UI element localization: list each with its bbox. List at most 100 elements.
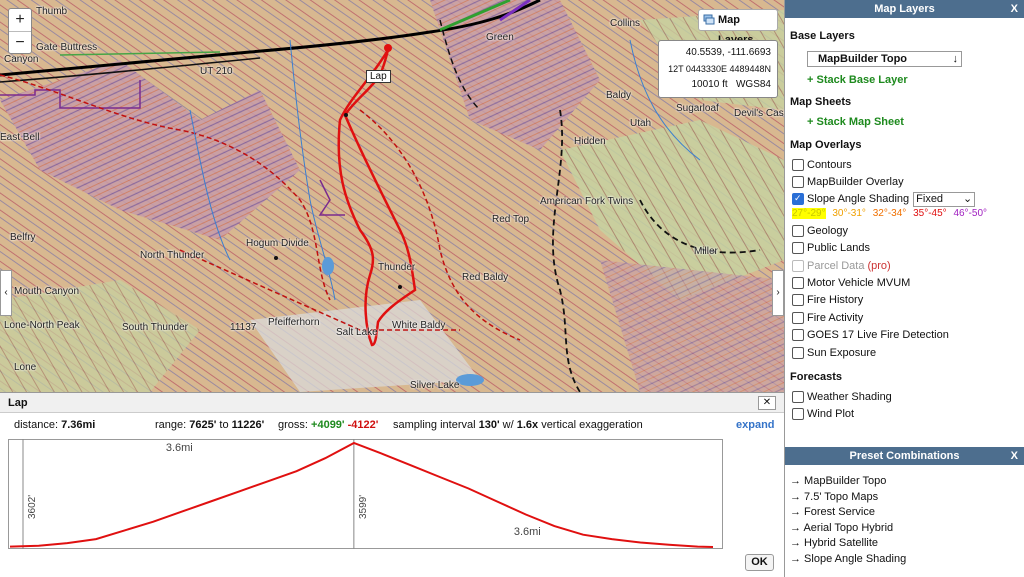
overlay-goes17[interactable]: GOES 17 Live Fire Detection: [792, 327, 1024, 344]
profile-title: Lap: [8, 397, 28, 409]
map-place-label: Thumb: [36, 6, 68, 17]
checkbox[interactable]: [792, 329, 804, 342]
stack-base-layer-link[interactable]: + Stack Base Layer: [807, 74, 1024, 86]
collapse-right-button[interactable]: ›: [772, 270, 784, 316]
checkbox[interactable]: [792, 294, 804, 307]
slope-legend: 27°-29° 30°-31° 32°-34° 35°-45° 46°-50°: [792, 208, 1024, 222]
overlay-sun-exposure[interactable]: Sun Exposure: [792, 344, 1024, 361]
forecast-weather-shading[interactable]: Weather Shading: [792, 388, 1024, 405]
overlay-label: MapBuilder Overlay: [807, 176, 904, 189]
preset-item[interactable]: → Aerial Topo Hybrid: [790, 522, 1024, 538]
checkbox[interactable]: [792, 277, 804, 290]
pro-badge[interactable]: (pro): [867, 260, 890, 272]
elevation-profile-chart[interactable]: 3.6mi 3.6mi 3602' 3599': [8, 439, 723, 549]
panel-close-button[interactable]: X: [1011, 0, 1018, 18]
overlay-label: Geology: [807, 224, 848, 237]
profile-close-button[interactable]: ✕: [758, 396, 776, 410]
checkbox[interactable]: [792, 390, 804, 403]
sampling-label: sampling interval: [393, 419, 476, 431]
overlay-label: Public Lands: [807, 242, 870, 255]
overlay-label: Slope Angle Shading: [807, 193, 910, 206]
overlay-contours[interactable]: Contours: [792, 156, 1024, 173]
distance-value: 7.36mi: [61, 419, 96, 431]
expand-link[interactable]: expand: [736, 419, 775, 431]
checkbox[interactable]: [792, 242, 804, 255]
gross-label: gross:: [278, 419, 308, 431]
map-place-label: American Fork Twins: [540, 196, 634, 207]
slope-legend-item: 30°-31°: [832, 208, 866, 220]
forecasts-heading: Forecasts: [790, 371, 842, 384]
range-low: 7625': [189, 419, 217, 431]
map-place-label: Gate Buttress: [36, 42, 98, 53]
forecast-label: Weather Shading: [807, 390, 892, 403]
overlay-fire-history[interactable]: Fire History: [792, 292, 1024, 309]
checkbox[interactable]: [792, 311, 804, 324]
profile-stats: distance: 7.36mi range: 7625' to 11226' …: [0, 413, 784, 433]
route-label[interactable]: Lap: [366, 70, 391, 83]
latlon-readout: 40.5539, -111.6693: [685, 47, 771, 58]
bottom-distance-label: 3.6mi: [514, 526, 541, 538]
checkbox[interactable]: [792, 408, 804, 421]
base-layer-select[interactable]: MapBuilder Topo ↓: [807, 51, 962, 67]
overlay-public-lands[interactable]: Public Lands: [792, 240, 1024, 257]
preset-item[interactable]: → MapBuilder Topo: [790, 475, 1024, 491]
checkbox[interactable]: [792, 346, 804, 359]
overlay-slope-angle-shading[interactable]: Slope Angle Shading Fixed ⌄: [792, 191, 1024, 208]
overlay-mapbuilder[interactable]: MapBuilder Overlay: [792, 173, 1024, 190]
zoom-out-button[interactable]: −: [9, 31, 31, 53]
preset-item[interactable]: → Slope Angle Shading: [790, 553, 1024, 569]
map-layers-panel: Map Layers X Base Layers MapBuilder Topo…: [784, 0, 1024, 447]
elevation-readout: 10010 ft: [691, 79, 728, 90]
sampling-stat: sampling interval 130' w/ 1.6x vertical …: [393, 419, 643, 431]
map-overlays-heading: Map Overlays: [790, 139, 862, 151]
map-place-label: Red Baldy: [462, 272, 509, 283]
map-layers-panel-header: Map Layers X: [785, 0, 1024, 18]
range-stat: range: 7625' to 11226': [155, 419, 264, 431]
exaggeration-label: vertical exaggeration: [541, 419, 643, 431]
chevron-down-icon: ⌄: [962, 192, 973, 205]
collapse-left-button[interactable]: ‹: [0, 270, 12, 316]
overlay-mvum[interactable]: Motor Vehicle MVUM: [792, 274, 1024, 291]
overlay-label: Fire Activity: [807, 311, 864, 324]
elevation-profile-panel: Lap ✕ distance: 7.36mi range: 7625' to 1…: [0, 392, 784, 577]
zoom-in-button[interactable]: +: [9, 9, 31, 31]
preset-close-button[interactable]: X: [1011, 447, 1018, 465]
slope-mode-value: Fixed: [916, 192, 944, 205]
stack-map-sheet-link[interactable]: + Stack Map Sheet: [807, 116, 1024, 128]
map-view[interactable]: Thumb Gate Buttress Canyon UT 210 Green …: [0, 0, 784, 392]
gross-stat: gross: +4099' -4122': [278, 419, 378, 431]
range-label: range:: [155, 419, 187, 431]
sampling-value: 130': [478, 419, 500, 431]
checkbox[interactable]: [792, 176, 804, 189]
overlay-geology[interactable]: Geology: [792, 222, 1024, 239]
map-place-label: Canyon: [4, 54, 39, 65]
overlay-parcel-data: Parcel Data (pro): [792, 257, 1024, 274]
checkbox-checked[interactable]: [792, 193, 804, 206]
map-place-label: Hidden: [574, 136, 606, 147]
sampling-w: w/: [502, 419, 514, 431]
preset-item[interactable]: → Hybrid Satellite: [790, 537, 1024, 553]
preset-item[interactable]: → 7.5' Topo Maps: [790, 491, 1024, 507]
datum-readout: WGS84: [735, 79, 771, 90]
checkbox[interactable]: [792, 224, 804, 237]
ok-button[interactable]: OK: [745, 554, 774, 571]
overlay-label: GOES 17 Live Fire Detection: [807, 329, 949, 342]
overlay-label: Contours: [807, 158, 852, 171]
slope-legend-item: 32°-34°: [872, 208, 907, 220]
map-place-label: South Thunder: [122, 322, 188, 333]
overlay-label: Parcel Data: [807, 259, 865, 272]
map-place-label: North Thunder: [140, 250, 205, 261]
map-layers-button[interactable]: Map Layers: [698, 9, 778, 46]
slope-mode-select[interactable]: Fixed ⌄: [913, 191, 976, 207]
checkbox[interactable]: [792, 158, 804, 171]
overlay-label: Sun Exposure: [807, 346, 877, 359]
coordinate-readout: 40.5539, -111.6693 12T 0443330E 4489448N…: [658, 40, 778, 98]
overlay-fire-activity[interactable]: Fire Activity: [792, 309, 1024, 326]
map-place-label: Mouth Canyon: [14, 286, 80, 297]
forecast-wind-plot[interactable]: Wind Plot: [792, 406, 1024, 423]
panel-title: Map Layers: [874, 3, 935, 15]
slope-legend-item: 46°-50°: [953, 208, 988, 220]
gain-value: +4099': [311, 419, 345, 431]
preset-item[interactable]: → Forest Service: [790, 506, 1024, 522]
map-place-label: Green: [486, 32, 514, 43]
